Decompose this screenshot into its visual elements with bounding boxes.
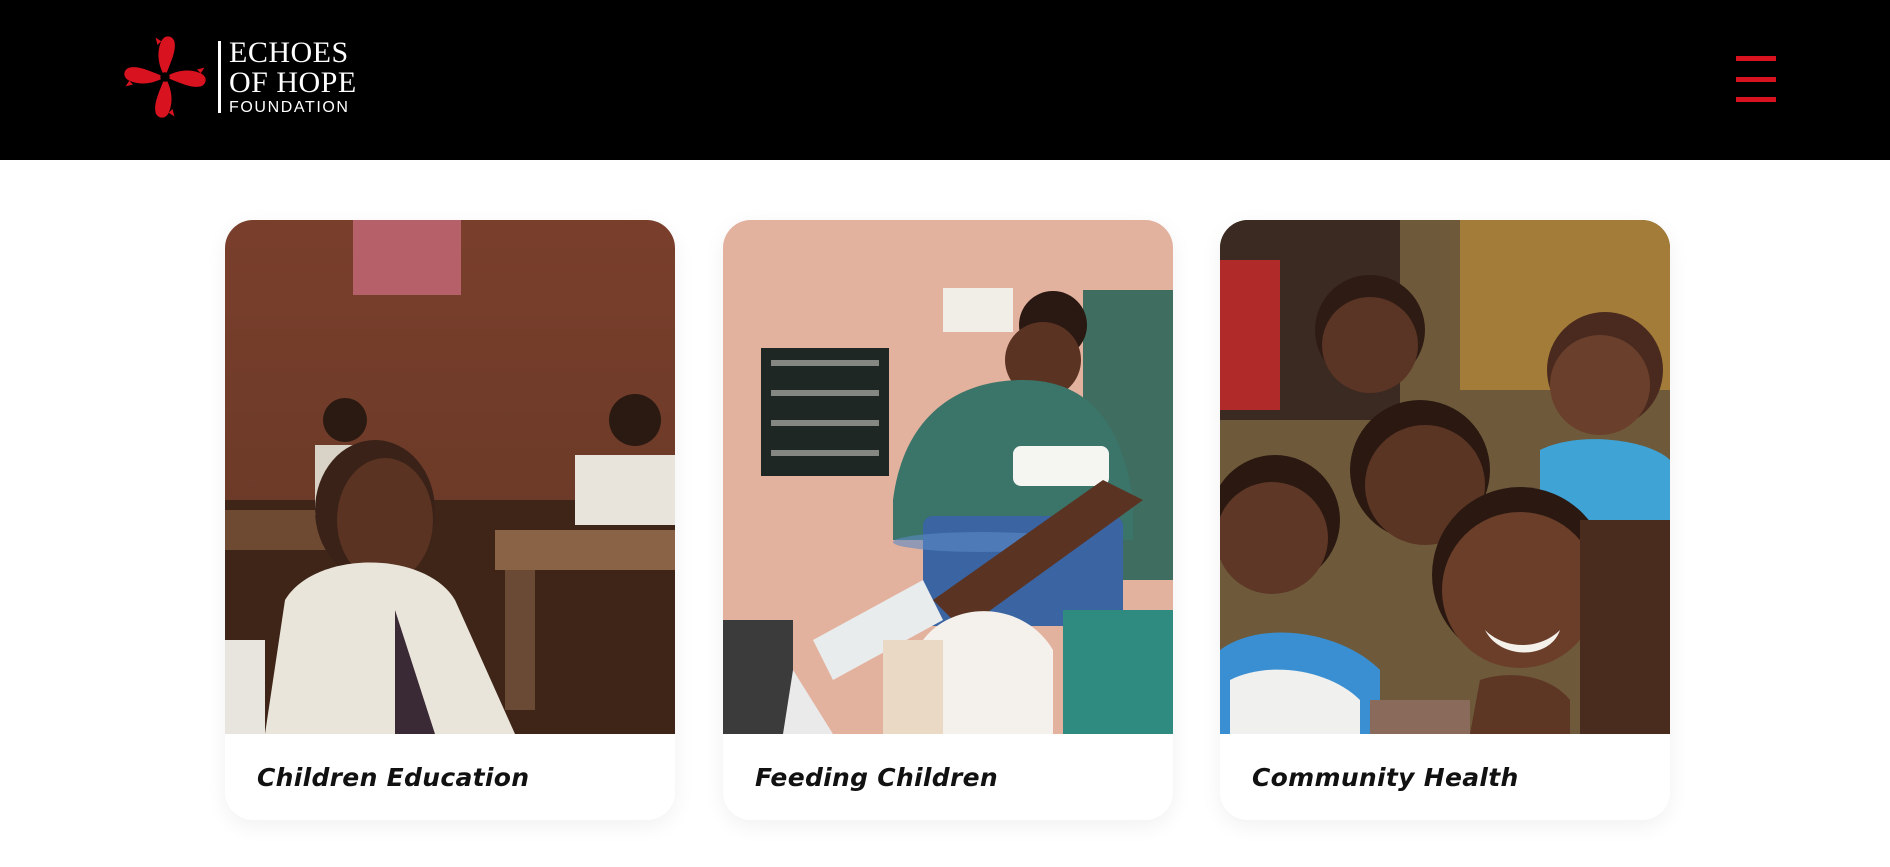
menu-bar [1736, 56, 1776, 61]
site-header: ECHOES OF HOPE FOUNDATION [0, 0, 1890, 160]
card-title: Children Education [257, 762, 530, 792]
logo[interactable]: ECHOES OF HOPE FOUNDATION [118, 30, 357, 124]
card-feeding-children[interactable]: Feeding Children [723, 220, 1173, 820]
program-cards: Children Education Feeding Children Comm… [225, 220, 1670, 820]
card-title: Community Health [1252, 762, 1519, 792]
hamburger-menu-icon[interactable] [1736, 56, 1776, 102]
logo-line-foundation: FOUNDATION [229, 99, 350, 116]
menu-bar [1736, 97, 1776, 102]
card-children-education[interactable]: Children Education [225, 220, 675, 820]
logo-divider [218, 41, 221, 113]
menu-bar [1736, 76, 1776, 82]
smiling-children-photo [1220, 220, 1670, 734]
card-label: Community Health [1220, 734, 1670, 820]
card-community-health[interactable]: Community Health [1220, 220, 1670, 820]
classroom-photo [225, 220, 675, 734]
food-distribution-photo [723, 220, 1173, 734]
logo-wordmark: ECHOES OF HOPE FOUNDATION [229, 38, 357, 116]
logo-line-of-hope: OF HOPE [229, 66, 357, 99]
pinwheel-hands-icon [124, 36, 206, 118]
card-label: Children Education [225, 734, 675, 820]
logo-line-echoes: ECHOES [229, 36, 349, 69]
card-label: Feeding Children [723, 734, 1173, 820]
card-title: Feeding Children [755, 762, 998, 792]
